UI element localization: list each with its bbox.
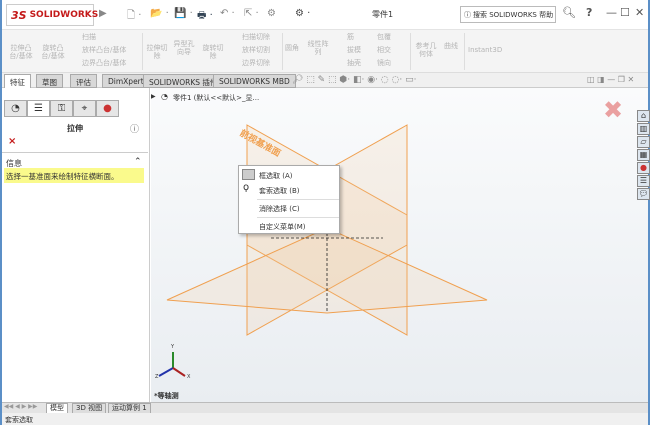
search-placeholder: 搜索 SOLIDWORKS 帮助 — [473, 10, 554, 19]
info-message: 选择一基准面来绘制特征横断面。 — [4, 168, 144, 183]
file-explorer-icon[interactable]: ▱ — [637, 136, 650, 148]
mirror-button[interactable]: 镜向 — [377, 59, 391, 67]
collapse-chevron-icon[interactable]: ⌃ — [134, 157, 142, 167]
view-palette-icon[interactable]: ▦ — [637, 149, 650, 161]
tab-addins[interactable]: SOLIDWORKS 插件 — [143, 74, 224, 88]
intersect-button[interactable]: 相交 — [377, 46, 391, 54]
linear-pattern-button[interactable]: 线性阵列 — [307, 40, 329, 56]
shell-button[interactable]: 抽壳 — [347, 59, 361, 67]
sweep-button[interactable]: 扫描 — [82, 33, 96, 41]
wrap-button[interactable]: 包覆 — [377, 33, 391, 41]
help-button[interactable]: ? — [586, 6, 592, 19]
reference-planes[interactable] — [151, 88, 648, 402]
feature-ribbon: 拉伸凸台/基体 旋转凸台/基体 扫描 放样凸台/基体 边界凸台/基体 拉伸切除 … — [2, 30, 648, 73]
revolve-boss-button[interactable]: 旋转凸台/基体 — [38, 44, 68, 60]
document-title: 零件1 — [372, 10, 394, 19]
extrude-boss-button[interactable]: 拉伸凸台/基体 — [6, 44, 36, 60]
cancel-button[interactable]: × — [8, 136, 16, 147]
select-icon[interactable]: ⇱ · — [244, 8, 259, 19]
appearances-icon[interactable]: ● — [637, 162, 650, 174]
hole-wizard-button[interactable]: 异型孔向导 — [172, 40, 196, 56]
boundary-boss-button[interactable]: 边界凸台/基体 — [82, 59, 126, 67]
tab-scroll-arrows[interactable]: ◀◀ ◀ ▶ ▶▶ — [4, 403, 37, 410]
brand-label: SOLIDWORKS — [29, 10, 99, 20]
menu-item-customize-menu[interactable]: 自定义菜单(M) — [259, 222, 306, 232]
dimxpert-manager-tab-icon[interactable]: ⌖ — [73, 100, 96, 117]
solidworks-menu-button[interactable]: 3S SOLIDWORKS — [6, 4, 98, 26]
instant3d-button[interactable]: Instant3D — [468, 46, 502, 54]
loft-button[interactable]: 放样凸台/基体 — [82, 46, 126, 54]
close-button[interactable]: ✕ — [635, 6, 644, 19]
search-icon[interactable]: 🔍︎ — [562, 6, 576, 19]
task-pane-tabs: ⌂ ▥ ▱ ▦ ● ☰ 💬︎ — [637, 110, 650, 200]
x-axis-label: X — [187, 374, 191, 380]
rib-button[interactable]: 筋 — [347, 33, 354, 41]
y-axis-label: Y — [171, 344, 175, 350]
open-file-icon[interactable]: 📂 · — [150, 8, 169, 19]
new-file-icon[interactable]: 🗋 · — [127, 8, 141, 25]
boundary-cut-button[interactable]: 边界切除 — [242, 59, 270, 67]
extrude-cut-button[interactable]: 拉伸切除 — [144, 44, 170, 60]
graphics-viewport[interactable]: ▶ ◔ 零件1 (默认<<默认>_显... 前视基准面 ✖ Y Z X *等轴测 — [151, 88, 648, 402]
property-manager-panel: ◔ ☰ ⚿ ⌖ ● 拉伸 ⓘ × 信息 ⌃ 选择一基准面来绘制特征横断面。 — [2, 88, 150, 402]
curves-button[interactable]: 曲线 — [444, 42, 458, 50]
ds-logo-icon: 3S — [11, 8, 27, 22]
tab-mbd[interactable]: SOLIDWORKS MBD — [213, 74, 296, 88]
box-select-icon — [242, 169, 255, 180]
expand-menu-icon[interactable]: ▶ — [99, 8, 107, 19]
fillet-button[interactable]: 圆角 — [285, 44, 299, 52]
panel-tabs: ◔ ☰ ⚿ ⌖ ● — [4, 100, 119, 117]
close-sketch-x-icon[interactable]: ✖ — [603, 96, 623, 124]
reference-geometry-button[interactable]: 参考几何体 — [414, 42, 438, 58]
status-bar: 套索选取 — [2, 413, 648, 425]
property-manager-tab-icon[interactable]: ☰ — [27, 100, 50, 117]
lofted-cut-button[interactable]: 放样切割 — [242, 46, 270, 54]
help-circle-icon: ⓘ — [464, 10, 471, 19]
menu-item-clear-selection[interactable]: 消除选择 (C) — [259, 204, 300, 214]
menu-item-lasso-select[interactable]: 套索选取 (B) — [259, 186, 300, 196]
menu-item-box-select[interactable]: 框选取 (A) — [259, 171, 292, 181]
help-icon[interactable]: ⓘ — [130, 122, 139, 135]
tab-evaluate[interactable]: 评估 — [70, 74, 97, 88]
display-manager-tab-icon[interactable]: ● — [96, 100, 119, 117]
rebuild-icon[interactable]: ⚙ — [267, 8, 276, 19]
print-icon[interactable]: 🖶 · — [197, 8, 213, 25]
context-menu: 框选取 (A) ϙ 套索选取 (B) 消除选择 (C) 自定义菜单(M) — [238, 165, 340, 234]
revolve-cut-button[interactable]: 旋转切除 — [200, 44, 226, 60]
minimize-button[interactable]: — — [606, 6, 617, 19]
title-bar: 3S SOLIDWORKS ▶ 🗋 · 📂 · 💾 · 🖶 · ↶ · ⇱ · ⚙… — [2, 0, 648, 30]
configuration-manager-tab-icon[interactable]: ⚿ — [50, 100, 73, 117]
forum-icon[interactable]: 💬︎ — [637, 188, 650, 200]
help-search-box[interactable]: ⓘ 搜索 SOLIDWORKS 帮助 — [460, 6, 556, 23]
custom-properties-icon[interactable]: ☰ — [637, 175, 650, 187]
swept-cut-button[interactable]: 扫描切除 — [242, 33, 270, 41]
command-tabs: 特征 草图 评估 DimXpert SOLIDWORKS 插件 SOLIDWOR… — [2, 73, 648, 88]
home-icon[interactable]: ⌂ — [637, 110, 650, 122]
panel-title: 拉伸 — [67, 124, 83, 133]
window-controls[interactable]: ◫ ◨ — ❐ ✕ — [587, 75, 634, 84]
undo-icon[interactable]: ↶ · — [220, 8, 235, 19]
maximize-button[interactable]: ☐ — [620, 6, 630, 19]
tab-features[interactable]: 特征 — [4, 74, 31, 88]
view-orientation-label: *等轴测 — [154, 392, 179, 400]
triad-axes-icon — [158, 352, 186, 377]
lasso-icon: ϙ — [243, 182, 250, 193]
bottom-tabs: ◀◀ ◀ ▶ ▶▶ 模型 3D 视图 运动算例 1 — [2, 402, 648, 414]
view-heads-up-toolbar[interactable]: 🔎︎ ⬚ ✎ ⬚ ⬢· ◧· ◉· ◌ ◌· ▭· — [292, 75, 416, 85]
z-axis-label: Z — [155, 374, 159, 380]
draft-button[interactable]: 拔模 — [347, 46, 361, 54]
save-icon[interactable]: 💾 · — [174, 8, 193, 19]
tab-sketch[interactable]: 草图 — [36, 74, 63, 88]
options-gear-icon[interactable]: ⚙ · — [295, 8, 310, 19]
feature-tree-tab-icon[interactable]: ◔ — [4, 100, 27, 117]
design-library-icon[interactable]: ▥ — [637, 123, 650, 135]
